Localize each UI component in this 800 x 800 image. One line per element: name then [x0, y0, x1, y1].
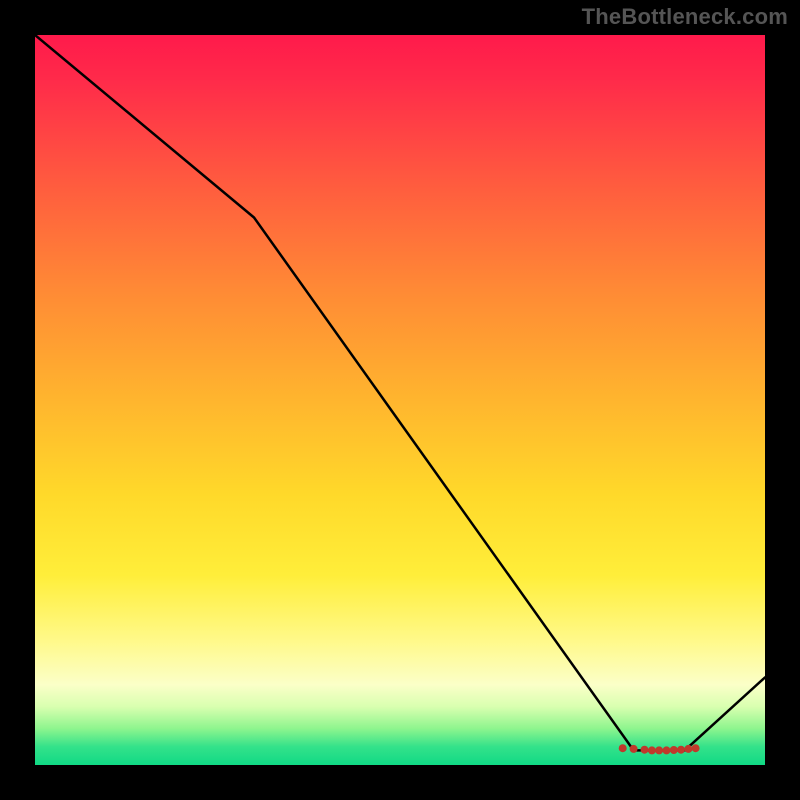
watermark-text: TheBottleneck.com	[582, 4, 788, 30]
chart-svg	[35, 35, 765, 765]
marker-dot	[641, 746, 649, 754]
curve-line	[35, 35, 765, 750]
marker-dot	[692, 744, 700, 752]
marker-dot	[630, 745, 638, 753]
marker-dot	[648, 746, 656, 754]
chart-frame: TheBottleneck.com	[0, 0, 800, 800]
marker-dot	[663, 746, 671, 754]
marker-dot	[670, 746, 678, 754]
marker-dot	[619, 744, 627, 752]
marker-dot	[684, 745, 692, 753]
marker-dot	[655, 746, 663, 754]
plot-area	[35, 35, 765, 765]
marker-dot	[677, 746, 685, 754]
